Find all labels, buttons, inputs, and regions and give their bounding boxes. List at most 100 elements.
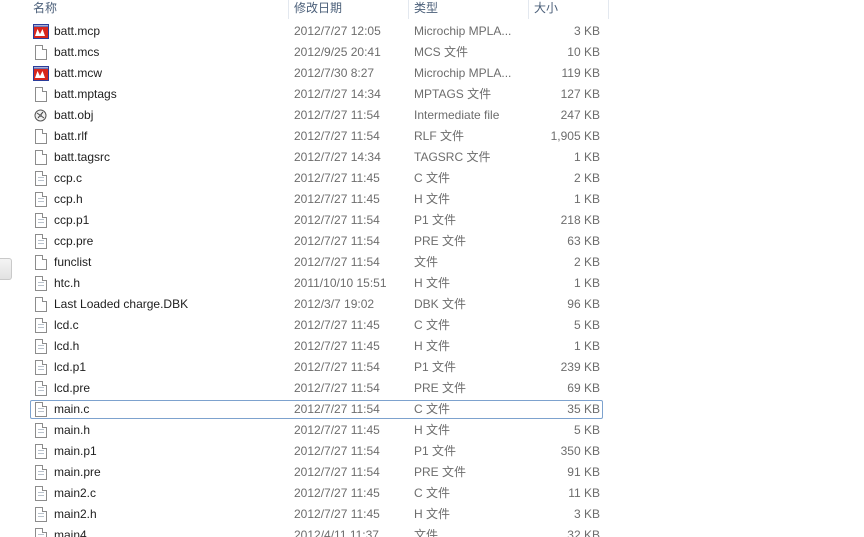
file-type: Microchip MPLA... [414,66,512,80]
file-icon-cell [32,380,50,397]
file-icon-cell [32,23,50,40]
text-file-icon [35,234,47,249]
file-name: ccp.c [54,171,83,185]
file-name: batt.mcp [54,24,101,38]
file-row[interactable]: batt.tagsrc 2012/7/27 14:34 TAGSRC 文件 1 KB [30,148,603,167]
file-modified-date: 2012/7/27 11:54 [294,108,380,122]
file-modified-date: 2012/7/27 11:45 [294,192,380,206]
file-size: 10 KB [567,45,600,59]
file-row[interactable]: main.h 2012/7/27 11:45 H 文件 5 KB [30,421,603,440]
file-modified-date: 2012/7/27 11:45 [294,339,380,353]
file-name: main2.h [54,507,97,521]
file-name: htc.h [54,276,81,290]
file-size: 69 KB [567,381,600,395]
file-modified-date: 2012/7/27 11:54 [294,444,380,458]
file-row[interactable]: main.pre 2012/7/27 11:54 PRE 文件 91 KB [30,463,603,482]
file-icon-cell [32,296,50,313]
file-icon-cell [32,506,50,523]
file-icon [35,45,47,60]
file-modified-date: 2012/7/27 14:34 [294,87,381,101]
file-row[interactable]: ccp.h 2012/7/27 11:45 H 文件 1 KB [30,190,603,209]
text-file-icon [35,171,47,186]
file-type: RLF 文件 [414,129,465,143]
text-file-icon [35,465,47,480]
text-file-icon [35,423,47,438]
file-row[interactable]: lcd.c 2012/7/27 11:45 C 文件 5 KB [30,316,603,335]
file-size: 96 KB [567,297,600,311]
file-name: lcd.h [54,339,80,353]
file-icon-cell [32,233,50,250]
file-row[interactable]: htc.h 2011/10/10 15:51 H 文件 1 KB [30,274,603,293]
file-name: batt.rlf [54,129,88,143]
file-row[interactable]: main2.h 2012/7/27 11:45 H 文件 3 KB [30,505,603,524]
file-modified-date: 2012/9/25 20:41 [294,45,381,59]
file-type: 文件 [414,528,439,537]
file-type: MCS 文件 [414,45,469,59]
file-name: main4 [54,528,87,537]
pane-resize-handle[interactable] [0,258,12,280]
file-modified-date: 2012/7/27 11:54 [294,129,380,143]
file-row[interactable]: funclist 2012/7/27 11:54 文件 2 KB [30,253,603,272]
text-file-icon [35,360,47,375]
file-size: 350 KB [560,444,600,458]
column-header-divider[interactable] [608,0,609,19]
text-file-icon [35,444,47,459]
file-row[interactable]: main2.c 2012/7/27 11:45 C 文件 11 KB [30,484,603,503]
file-row[interactable]: main.p1 2012/7/27 11:54 P1 文件 350 KB [30,442,603,461]
file-name: batt.tagsrc [54,150,111,164]
file-row[interactable]: batt.mcp 2012/7/27 12:05 Microchip MPLA...… [30,22,603,41]
file-row[interactable]: lcd.p1 2012/7/27 11:54 P1 文件 239 KB [30,358,603,377]
file-type: H 文件 [414,276,451,290]
file-row[interactable]: lcd.h 2012/7/27 11:45 H 文件 1 KB [30,337,603,356]
file-icon [35,255,47,270]
file-icon-cell [32,65,50,82]
file-row[interactable]: batt.rlf 2012/7/27 11:54 RLF 文件 1,905 KB [30,127,603,146]
file-modified-date: 2011/10/10 15:51 [294,276,387,290]
text-file-icon [35,339,47,354]
text-file-icon [35,381,47,396]
file-modified-date: 2012/7/27 11:54 [294,402,380,416]
file-row[interactable]: lcd.pre 2012/7/27 11:54 PRE 文件 69 KB [30,379,603,398]
text-file-icon [35,192,47,207]
file-modified-date: 2012/7/27 11:45 [294,318,380,332]
file-type: H 文件 [414,192,451,206]
file-row[interactable]: ccp.c 2012/7/27 11:45 C 文件 2 KB [30,169,603,188]
text-file-icon [35,486,47,501]
column-header-type[interactable]: 类型 [408,0,528,19]
text-file-icon [35,276,47,291]
file-size: 1 KB [573,150,600,164]
file-name: main.p1 [54,444,97,458]
file-size: 35 KB [567,402,600,416]
file-size: 5 KB [573,318,600,332]
file-row[interactable]: main4 2012/4/11 11:37 文件 32 KB [30,526,603,537]
file-type: Intermediate file [414,108,500,122]
file-row[interactable]: batt.obj 2012/7/27 11:54 Intermediate file… [30,106,603,125]
file-size: 3 KB [573,24,600,38]
file-modified-date: 2012/4/11 11:37 [294,528,379,537]
file-row[interactable]: batt.mcs 2012/9/25 20:41 MCS 文件 10 KB [30,43,603,62]
file-row[interactable]: batt.mptags 2012/7/27 14:34 MPTAGS 文件 127 K… [30,85,603,104]
file-name: batt.obj [54,108,94,122]
file-row[interactable]: batt.mcw 2012/7/30 8:27 Microchip MPLA... 1… [30,64,603,83]
file-row[interactable]: main.c 2012/7/27 11:54 C 文件 35 KB [30,400,603,419]
column-header-name[interactable]: 名称 [28,0,288,19]
file-size: 32 KB [567,528,600,537]
file-name: funclist [54,255,92,269]
mplab-project-icon [33,66,49,81]
file-row[interactable]: ccp.pre 2012/7/27 11:54 PRE 文件 63 KB [30,232,603,251]
file-size: 2 KB [573,171,600,185]
file-size: 91 KB [567,465,600,479]
file-size: 11 KB [568,486,600,500]
file-modified-date: 2012/7/27 12:05 [294,24,381,38]
file-modified-date: 2012/7/27 11:54 [294,360,380,374]
file-explorer-window: 名称 修改日期 类型 大小 batt.mcp 2012/7/27 12:05 Mic… [0,0,864,537]
file-row[interactable]: ccp.p1 2012/7/27 11:54 P1 文件 218 KB [30,211,603,230]
file-type: MPTAGS 文件 [414,87,492,101]
file-type: H 文件 [414,423,451,437]
column-header-date[interactable]: 修改日期 [288,0,408,19]
file-icon [35,297,47,312]
file-name: main.c [54,402,90,416]
column-header-size[interactable]: 大小 [528,0,608,19]
file-row[interactable]: Last Loaded charge.DBK 2012/3/7 19:02 DBK … [30,295,603,314]
text-file-icon [35,528,47,537]
